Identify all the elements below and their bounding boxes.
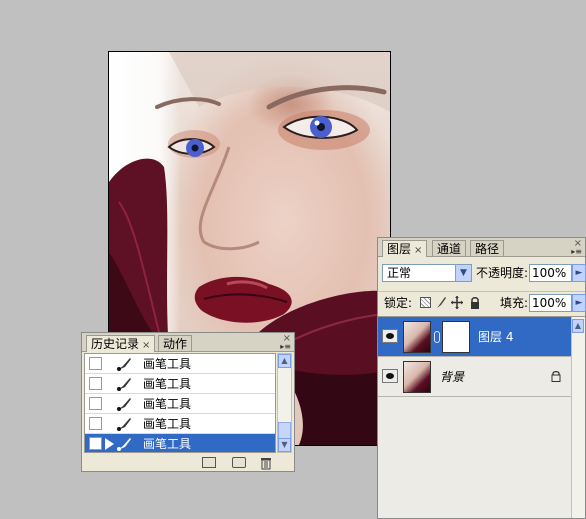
- history-item-label: 画笔工具: [143, 377, 192, 391]
- layer-row-background[interactable]: 背景: [378, 357, 573, 397]
- tab-channels-label: 通道: [437, 242, 462, 256]
- lock-options-row: 锁定: 填充: 100% ►: [378, 291, 586, 314]
- history-item[interactable]: 画笔工具: [85, 394, 275, 414]
- layer-thumbnail[interactable]: [403, 361, 431, 393]
- layer-list[interactable]: 图层 4 背景 ▲: [378, 316, 585, 518]
- fill-input[interactable]: 100%: [529, 294, 572, 312]
- layer-scrollbar[interactable]: ▲: [571, 317, 585, 518]
- history-scrollbar[interactable]: ▲ ▼: [277, 353, 292, 453]
- history-item-label: 画笔工具: [143, 417, 192, 431]
- layer-mask-thumbnail[interactable]: [442, 321, 470, 353]
- lock-transparency-icon[interactable]: [420, 297, 431, 308]
- brush-icon: [117, 418, 131, 431]
- history-checkbox[interactable]: [89, 437, 102, 450]
- brush-icon: [117, 378, 131, 391]
- history-item-selected[interactable]: 画笔工具: [85, 434, 275, 452]
- history-footer: [82, 455, 294, 471]
- tab-close-icon[interactable]: ×: [142, 340, 150, 351]
- tab-actions[interactable]: 动作: [158, 335, 193, 351]
- brush-icon: [117, 358, 131, 371]
- chevron-down-icon[interactable]: ▼: [455, 265, 471, 281]
- fill-label: 填充:: [500, 296, 529, 310]
- tab-actions-label: 动作: [163, 337, 188, 351]
- tab-layers-label: 图层: [387, 242, 412, 256]
- tab-paths[interactable]: 路径: [470, 240, 505, 256]
- history-checkbox[interactable]: [89, 377, 102, 390]
- history-item[interactable]: 画笔工具: [85, 414, 275, 434]
- panel-menu-icon[interactable]: ▸≡: [571, 248, 582, 256]
- lock-label: 锁定:: [384, 296, 413, 310]
- history-checkbox[interactable]: [89, 357, 102, 370]
- lock-all-icon[interactable]: [470, 296, 480, 309]
- scroll-down-icon[interactable]: ▼: [278, 438, 291, 452]
- layer-name[interactable]: 图层 4: [478, 329, 513, 345]
- scroll-up-icon[interactable]: ▲: [278, 354, 291, 368]
- eye-icon[interactable]: [382, 369, 398, 383]
- history-checkbox[interactable]: [89, 397, 102, 410]
- history-item-label: 画笔工具: [143, 437, 192, 451]
- brush-icon: [117, 438, 131, 451]
- layer-row-layer4[interactable]: 图层 4: [378, 317, 573, 357]
- opacity-label: 不透明度:: [476, 266, 529, 280]
- tab-history[interactable]: 历史记录 ×: [86, 335, 156, 352]
- history-checkbox[interactable]: [89, 417, 102, 430]
- history-list[interactable]: 画笔工具 画笔工具 画笔工具 画笔工具 画笔工具: [84, 353, 276, 453]
- layers-tabbar: 图层 × 通道 路径: [378, 238, 585, 257]
- lock-position-icon[interactable]: [451, 296, 463, 309]
- tab-close-icon[interactable]: ×: [414, 245, 422, 256]
- history-item-label: 画笔工具: [143, 397, 192, 411]
- layer-thumbnail[interactable]: [403, 321, 431, 353]
- opacity-slider-icon[interactable]: ►: [572, 264, 586, 282]
- tab-layers[interactable]: 图层 ×: [382, 240, 428, 257]
- blend-mode-select[interactable]: 正常 ▼: [382, 264, 472, 282]
- new-document-icon[interactable]: [202, 457, 216, 468]
- panel-menu-icon[interactable]: ▸≡: [280, 343, 291, 351]
- history-tabbar: 历史记录 × 动作: [82, 333, 294, 352]
- history-panel: 历史记录 × 动作 × ▸≡ 画笔工具 画笔工具 画笔工具 画笔工具 画笔工具 …: [81, 332, 295, 472]
- tab-channels[interactable]: 通道: [432, 240, 467, 256]
- layers-panel: 图层 × 通道 路径 × ▸≡ 正常 ▼ 不透明度: 100% ► 锁定: 填充:…: [377, 237, 586, 519]
- history-item[interactable]: 画笔工具: [85, 354, 275, 374]
- opacity-input[interactable]: 100%: [529, 264, 572, 282]
- camera-icon[interactable]: [232, 457, 246, 468]
- tab-history-label: 历史记录: [91, 337, 140, 351]
- lock-icon: [551, 370, 561, 382]
- fill-slider-icon[interactable]: ►: [572, 294, 586, 312]
- lock-pixels-icon[interactable]: [435, 296, 447, 309]
- trash-icon[interactable]: [260, 456, 272, 470]
- scroll-up-icon[interactable]: ▲: [572, 319, 584, 333]
- layer-name[interactable]: 背景: [440, 369, 464, 385]
- eye-icon[interactable]: [382, 329, 398, 343]
- history-item[interactable]: 画笔工具: [85, 374, 275, 394]
- blend-options-row: 正常 ▼ 不透明度: 100% ►: [378, 262, 586, 284]
- history-item-label: 画笔工具: [143, 357, 192, 371]
- blend-mode-value: 正常: [387, 266, 412, 280]
- brush-icon: [117, 398, 131, 411]
- history-state-marker-icon: [105, 438, 114, 450]
- tab-paths-label: 路径: [475, 242, 500, 256]
- chain-icon[interactable]: [434, 331, 440, 343]
